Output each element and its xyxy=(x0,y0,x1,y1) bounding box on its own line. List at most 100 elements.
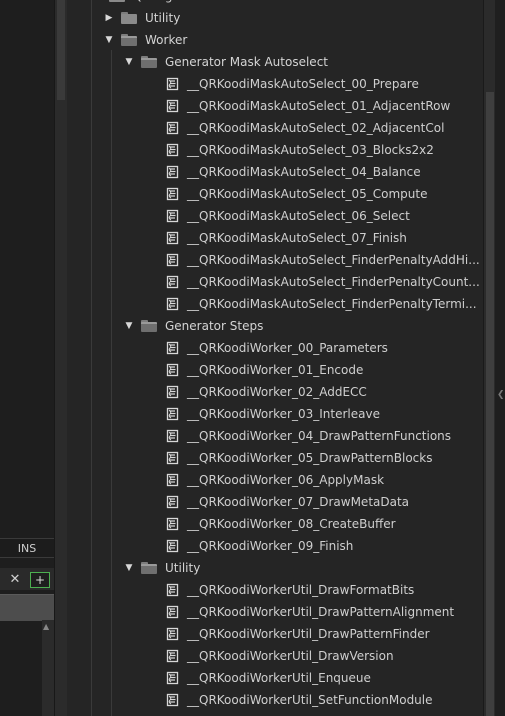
folder-label: Utility xyxy=(165,561,201,575)
script-label: __QRKoodiWorker_06_ApplyMask xyxy=(187,473,385,487)
left-panel-scrollbar[interactable] xyxy=(54,0,67,716)
close-tab-icon[interactable]: ✕ xyxy=(4,570,26,588)
script-icon xyxy=(166,209,179,223)
script-icon xyxy=(166,385,179,399)
folder-icon xyxy=(109,0,125,2)
scroll-up-icon[interactable]: ▲ xyxy=(43,622,49,631)
script-label: __QRKoodiWorkerUtil_DrawFormatBits xyxy=(187,583,415,597)
script-item[interactable]: __QRKoodiMaskAutoSelect_00_Prepare xyxy=(166,73,419,95)
collapsed-arrow-icon[interactable]: ▶ xyxy=(103,7,115,29)
script-item[interactable]: __QRKoodiMaskAutoSelect_FinderPenaltyCou… xyxy=(166,271,480,293)
script-item[interactable]: __QRKoodiMaskAutoSelect_06_Select xyxy=(166,205,410,227)
tree-folder-group[interactable]: ▼ Utility xyxy=(123,557,201,579)
right-edge-panel: ❮ xyxy=(495,0,505,716)
script-icon xyxy=(166,99,179,113)
folder-open-icon xyxy=(141,562,157,574)
script-label: __QRKoodiWorkerUtil_DrawPatternFinder xyxy=(187,627,430,641)
script-item[interactable]: __QRKoodiWorker_04_DrawPatternFunctions xyxy=(166,425,451,447)
tree-folder-group[interactable]: ▼ Generator Mask Autoselect xyxy=(123,51,328,73)
script-item[interactable]: __QRKoodiWorker_00_Parameters xyxy=(166,337,388,359)
script-item[interactable]: __QRKoodiMaskAutoSelect_FinderPenaltyTer… xyxy=(166,293,477,315)
script-item[interactable]: __QRKoodiWorkerUtil_DrawPatternFinder xyxy=(166,623,430,645)
script-icon xyxy=(166,231,179,245)
script-item[interactable]: __QRKoodiWorker_05_DrawPatternBlocks xyxy=(166,447,432,469)
script-icon xyxy=(166,539,179,553)
script-icon xyxy=(166,671,179,685)
script-label: __QRKoodiMaskAutoSelect_FinderPenaltyCou… xyxy=(187,275,480,289)
add-tab-button[interactable]: + xyxy=(30,572,50,588)
folder-label: Generator Mask Autoselect xyxy=(165,55,328,69)
script-icon xyxy=(166,187,179,201)
script-icon xyxy=(166,429,179,443)
script-icon xyxy=(166,121,179,135)
script-label: __QRKoodiWorker_02_AddECC xyxy=(187,385,367,399)
script-item[interactable]: __QRKoodiWorker_06_ApplyMask xyxy=(166,469,384,491)
script-item[interactable]: __QRKoodiWorkerUtil_SetFunctionModule xyxy=(166,689,433,711)
script-item[interactable]: __QRKoodiWorkerUtil_DrawVersion xyxy=(166,645,394,667)
script-icon xyxy=(166,517,179,531)
script-item[interactable]: __QRKoodiMaskAutoSelect_02_AdjacentCol xyxy=(166,117,444,139)
script-icon xyxy=(166,605,179,619)
tree-folder-group[interactable]: ▼ Generator Steps xyxy=(123,315,264,337)
script-label: __QRKoodiWorkerUtil_DrawPatternAlignment xyxy=(187,605,455,619)
script-label: __QRKoodiMaskAutoSelect_04_Balance xyxy=(187,165,421,179)
script-label: __QRKoodiWorker_07_DrawMetaData xyxy=(187,495,410,509)
script-label: __QRKoodiMaskAutoSelect_00_Prepare xyxy=(187,77,419,91)
script-label: __QRKoodiMaskAutoSelect_01_AdjacentRow xyxy=(187,99,451,113)
script-item[interactable]: __QRKoodiWorker_07_DrawMetaData xyxy=(166,491,409,513)
script-icon xyxy=(166,473,179,487)
script-label: __QRKoodiMaskAutoSelect_FinderPenaltyAdd… xyxy=(187,253,480,267)
script-item[interactable]: __QRKoodiWorker_08_CreateBuffer xyxy=(166,513,396,535)
tree-item-partial[interactable]: Q...ing xyxy=(103,0,172,7)
script-icon xyxy=(166,627,179,641)
expanded-arrow-icon[interactable]: ▼ xyxy=(123,557,135,579)
script-item[interactable]: __QRKoodiMaskAutoSelect_03_Blocks2x2 xyxy=(166,139,434,161)
script-label: __QRKoodiWorker_00_Parameters xyxy=(187,341,388,355)
script-label: __QRKoodiMaskAutoSelect_FinderPenaltyTer… xyxy=(187,297,477,311)
script-item[interactable]: __QRKoodiMaskAutoSelect_07_Finish xyxy=(166,227,407,249)
folder-open-icon xyxy=(141,56,157,68)
expanded-arrow-icon[interactable]: ▼ xyxy=(123,51,135,73)
insert-mode-indicator: INS xyxy=(0,538,54,558)
script-item[interactable]: __QRKoodiWorkerUtil_Enqueue xyxy=(166,667,371,689)
script-item[interactable]: __QRKoodiWorker_03_Interleave xyxy=(166,403,380,425)
script-item[interactable]: __QRKoodiMaskAutoSelect_04_Balance xyxy=(166,161,421,183)
folder-open-icon xyxy=(121,34,137,46)
left-input-field[interactable] xyxy=(0,594,54,621)
script-label: __QRKoodiWorker_08_CreateBuffer xyxy=(187,517,396,531)
script-icon xyxy=(166,275,179,289)
script-item[interactable]: __QRKoodiMaskAutoSelect_01_AdjacentRow xyxy=(166,95,450,117)
script-label: __QRKoodiMaskAutoSelect_05_Compute xyxy=(187,187,428,201)
tree-folder-utility[interactable]: ▶ Utility xyxy=(103,7,181,29)
script-item[interactable]: __QRKoodiWorkerUtil_DrawPatternAlignment xyxy=(166,601,454,623)
script-item[interactable]: __QRKoodiMaskAutoSelect_05_Compute xyxy=(166,183,427,205)
script-label: __QRKoodiWorkerUtil_SetFunctionModule xyxy=(187,693,433,707)
script-label: __QRKoodiMaskAutoSelect_07_Finish xyxy=(187,231,407,245)
script-label: __QRKoodiWorker_09_Finish xyxy=(187,539,354,553)
script-item[interactable]: __QRKoodiWorker_09_Finish xyxy=(166,535,353,557)
script-item[interactable]: __QRKoodiWorker_01_Encode xyxy=(166,359,363,381)
tree-guide-line xyxy=(91,0,92,716)
left-field-scrollbar[interactable]: ▲ xyxy=(42,620,54,716)
folder-label: Generator Steps xyxy=(165,319,264,333)
script-label: __QRKoodiWorker_04_DrawPatternFunctions xyxy=(187,429,452,443)
collapse-handle-icon[interactable]: ❮ xyxy=(497,390,505,400)
tree-scrollbar-thumb[interactable] xyxy=(486,92,494,716)
expanded-arrow-icon[interactable]: ▼ xyxy=(123,315,135,337)
script-item[interactable]: __QRKoodiWorker_02_AddECC xyxy=(166,381,367,403)
script-icon xyxy=(166,495,179,509)
script-item[interactable]: __QRKoodiWorkerUtil_DrawFormatBits xyxy=(166,579,414,601)
expanded-arrow-icon[interactable]: ▼ xyxy=(103,29,115,51)
script-label: __QRKoodiWorker_03_Interleave xyxy=(187,407,380,421)
script-label: __QRKoodiMaskAutoSelect_06_Select xyxy=(187,209,410,223)
folder-label: Worker xyxy=(145,33,188,47)
folder-label: Utility xyxy=(145,11,181,25)
tree-folder-worker[interactable]: ▼ Worker xyxy=(103,29,188,51)
script-icon xyxy=(166,649,179,663)
folder-open-icon xyxy=(141,320,157,332)
script-label: __QRKoodiMaskAutoSelect_02_AdjacentCol xyxy=(187,121,445,135)
script-icon xyxy=(166,77,179,91)
script-icon xyxy=(166,341,179,355)
script-item[interactable]: __QRKoodiMaskAutoSelect_FinderPenaltyAdd… xyxy=(166,249,480,271)
left-scrollbar-thumb[interactable] xyxy=(57,0,65,100)
